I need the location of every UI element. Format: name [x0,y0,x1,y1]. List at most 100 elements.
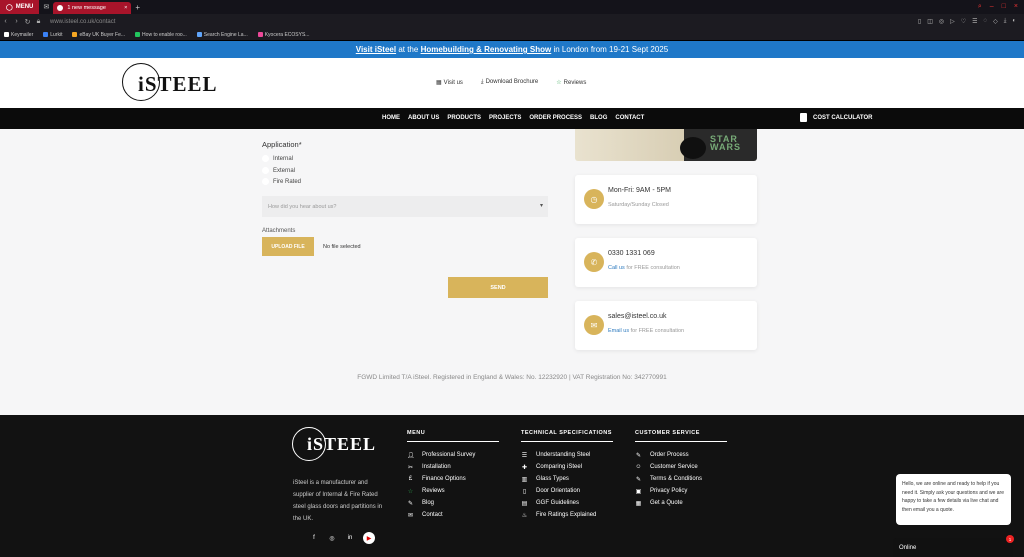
facebook-icon[interactable]: f [309,535,319,541]
profile-icon[interactable]: ◐ [1012,18,1016,25]
footer-link[interactable]: ✎ Order Process [635,449,727,461]
browser-menu-button[interactable]: ◯ MENU [0,0,40,14]
browser-tab-active[interactable]: 1 new message × [53,2,132,14]
nav-item-home[interactable]: HOME [382,115,400,121]
maximize-icon[interactable]: □ [1002,3,1006,11]
footer-link-label: GGF Guidelines [536,500,580,506]
footer-link[interactable]: ▣ Privacy Policy [635,485,727,497]
option-internal[interactable]: Internal [262,155,293,162]
minimize-icon[interactable]: – [990,3,994,11]
play-icon[interactable]: ▷ [950,18,955,25]
send-button[interactable]: SEND [448,277,548,298]
pin-icon[interactable]: ▯ [918,18,921,25]
checklist-icon: ✎ [635,452,642,459]
bookmark-favicon-icon [196,32,202,37]
bookmark-item[interactable]: Search Engine La... [196,32,248,38]
bookmark-label: How to enable roo... [142,31,187,38]
isteel-logo[interactable]: iSTEEL [122,63,218,103]
promo-link[interactable]: Visit iSteel [356,45,396,54]
footer-link[interactable]: 👤︎ Professional Survey [407,449,499,461]
email-address[interactable]: sales@isteel.co.uk [608,313,666,320]
nav-item-contact[interactable]: CONTACT [615,115,644,121]
cost-calculator-link[interactable]: COST CALCULATOR [800,113,872,122]
footer-link[interactable]: ▯ Door Orientation [521,485,613,497]
email-us-link[interactable]: Email us [608,328,629,334]
header-link-reviews[interactable]: ☆ Reviews [556,79,586,86]
bookmark-icon[interactable]: ◎ [939,18,944,25]
reload-icon[interactable]: ↻ [22,18,33,26]
back-icon[interactable]: ‹ [0,18,11,25]
footer-link[interactable]: ▦ Get a Quote [635,497,727,509]
option-fire-rated[interactable]: Fire Rated [262,178,301,185]
bookmarks-bar: Keymailer Lurkit eBay UK Buyer Fe... How to… [0,29,1024,41]
header-links: ▦ Visit us ⤓ Download Brochure ☆ Reviews [436,79,586,86]
footer-link[interactable]: ☰ Understanding Steel [521,449,613,461]
footer-link[interactable]: £ Finance Options [407,473,499,485]
image-object [680,137,706,159]
footer-link[interactable]: ▤ GGF Guidelines [521,497,613,509]
footer-link-label: Glass Types [536,476,569,482]
nav-item-projects[interactable]: PROJECTS [489,115,521,121]
bookmark-item[interactable]: eBay UK Buyer Fe... [72,32,125,38]
footer-link[interactable]: ☺ Customer Service [635,461,727,473]
hear-about-us-select[interactable]: How did you hear about us? ▾ [262,196,548,217]
footer-link-label: Finance Options [422,476,466,482]
bookmark-item[interactable]: Lurkit [43,32,62,38]
image-star-wars-text: STAR WARS [710,134,741,152]
upload-file-button[interactable]: UPLOAD FILE [262,237,314,256]
chat-status-bar[interactable]: Online [893,538,1013,557]
footer-link-label: Fire Ratings Explained [536,512,597,518]
footer-link[interactable]: ♨ Fire Ratings Explained [521,509,613,521]
bookmark-item[interactable]: How to enable roo... [135,32,187,38]
download-icon[interactable]: ⤓ [1004,18,1007,25]
footer-logo[interactable]: iSTEEL [292,427,388,465]
url-field[interactable]: www.isteel.co.uk/contact [50,19,115,25]
forward-icon[interactable]: › [11,18,22,25]
option-external[interactable]: External [262,167,295,174]
tab-close-icon[interactable]: × [124,5,127,11]
promo-banner[interactable]: Visit iSteel at the Homebuilding & Renov… [0,41,1024,58]
bookmark-favicon-icon [72,32,78,37]
site-header: iSTEEL ▦ Visit us ⤓ Download Brochure ☆ Rev… [0,58,1024,108]
footer-link-label: Professional Survey [422,452,476,458]
browser-menu-label: MENU [15,4,34,10]
linkedin-icon[interactable]: in [345,535,355,541]
close-icon[interactable]: × [1014,3,1018,11]
shield-icon[interactable]: ◇ [993,18,998,25]
bookmark-item[interactable]: Kyocera ECOSYS... [257,32,309,38]
footer-tech-title: TECHNICAL SPECIFICATIONS [521,430,613,442]
easy-setup-icon[interactable]: ☰ [972,18,977,25]
footer-link[interactable]: ✉ Contact [407,509,499,521]
header-link-brochure[interactable]: ⤓ Download Brochure [481,79,538,86]
radio-external[interactable] [262,167,269,174]
chat-message-bubble[interactable]: Hello, we are online and ready to help i… [896,474,1011,525]
nav-item-order-process[interactable]: ORDER PROCESS [529,115,582,121]
bookmark-favicon-icon [4,32,9,37]
radio-internal[interactable] [262,155,269,162]
chat-notification-badge: 1 [1006,535,1014,543]
footer-link[interactable]: ✎ Blog [407,497,499,509]
header-link-visit[interactable]: ▦ Visit us [436,79,463,86]
footer-link[interactable]: ☆ Reviews [407,485,499,497]
radio-fire-rated[interactable] [262,178,269,185]
footer-link[interactable]: ✎ Terms & Conditions [635,473,727,485]
phone-number[interactable]: 0330 1331 069 [608,250,655,257]
footer-link[interactable]: ✚ Comparing iSteel [521,461,613,473]
address-bar: ‹ › ↻ 🔒︎ www.isteel.co.uk/contact ▯ ◫ ◎ … [0,14,1024,29]
footer-link[interactable]: ▥ Glass Types [521,473,613,485]
mail-icon[interactable]: ✉ [39,0,53,14]
chat-icon[interactable]: ◌ [984,18,988,25]
footer-link[interactable]: ✂ Installation [407,461,499,473]
search-icon[interactable]: ⌕ [978,3,982,11]
snapshot-icon[interactable]: ◫ [927,18,933,25]
heart-icon[interactable]: ♡ [961,18,966,25]
promo-event[interactable]: Homebuilding & Renovating Show [421,45,552,54]
bookmark-item[interactable]: Keymailer [4,32,33,38]
youtube-icon[interactable]: ▶ [363,532,375,544]
nav-item-products[interactable]: PRODUCTS [447,115,481,121]
call-us-link[interactable]: Call us [608,265,625,271]
instagram-icon[interactable]: ◎ [327,535,337,542]
new-tab-icon[interactable]: + [135,3,140,12]
nav-item-blog[interactable]: BLOG [590,115,607,121]
nav-item-about-us[interactable]: ABOUT US [408,115,439,121]
